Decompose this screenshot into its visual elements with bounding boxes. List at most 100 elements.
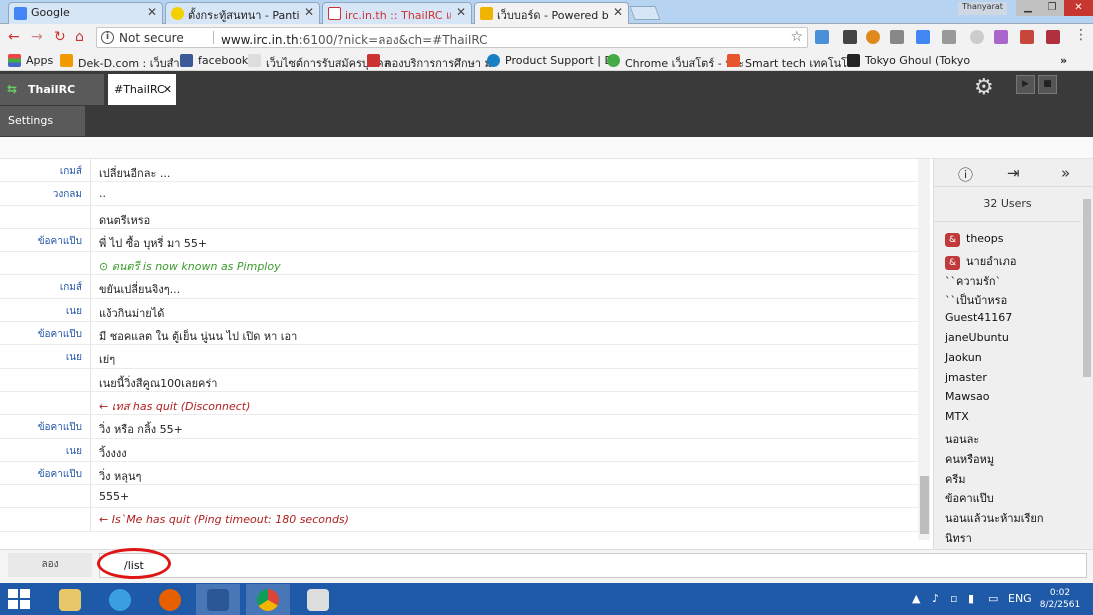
user-list-item[interactable]: ``ความรัก` (934, 272, 1081, 292)
scrollbar-thumb[interactable] (1083, 199, 1091, 377)
user-list-scrollbar[interactable] (1081, 197, 1093, 549)
user-list-item[interactable]: นอนแล้วนะห้ามเรียก (934, 509, 1081, 529)
taskbar-file-explorer[interactable] (48, 584, 92, 615)
message-nick[interactable]: เกมส์ (0, 280, 82, 295)
play-icon[interactable]: ▶ (1016, 75, 1035, 94)
close-tab-icon[interactable]: ✕ (456, 5, 466, 19)
adblock-extension-icon[interactable] (942, 30, 956, 44)
back-icon[interactable]: ← (8, 29, 20, 45)
owl-extension-icon[interactable] (866, 30, 880, 44)
address-bar[interactable]: i Not secure www.irc.in.th:6100/?nick=ลอ… (96, 27, 808, 48)
close-tab-icon[interactable]: ✕ (304, 5, 314, 19)
message-nick[interactable]: เกมส์ (0, 164, 82, 179)
user-list-item[interactable]: ครีม (934, 470, 1081, 490)
extension-icon[interactable] (890, 30, 904, 44)
close-tab-icon[interactable]: ✕ (613, 5, 623, 19)
action-center-icon[interactable]: ▫ (950, 592, 957, 605)
extension-icon[interactable] (1046, 30, 1060, 44)
user-list-item[interactable]: นิทรา (934, 529, 1081, 549)
close-tab-icon[interactable]: ✕ (147, 5, 157, 19)
taskbar-internet-explorer[interactable] (98, 584, 142, 615)
taskbar-firefox[interactable] (148, 584, 192, 615)
restore-icon[interactable]: ❐ (1040, 0, 1064, 16)
message-nick[interactable]: ข้อคาแป๊บ (0, 467, 82, 482)
language-indicator[interactable]: ENG (1008, 592, 1032, 605)
bookmark-dekd[interactable]: Dek-D.com : เว็บสำหรั (60, 54, 193, 72)
message-scrollbar[interactable] (918, 159, 930, 540)
stop-icon[interactable]: ■ (1038, 75, 1057, 94)
reload-icon[interactable]: ↻ (54, 29, 66, 45)
bookmark-facebook[interactable]: facebook (180, 54, 248, 67)
browser-tab-pantip[interactable]: ตั้งกระทู้สนทนา - Pantip ✕ (165, 2, 320, 24)
op-badge: & (945, 255, 960, 270)
bookmark-education[interactable]: กองบริการการศึกษา ม (367, 54, 492, 72)
chat-input[interactable]: /list (99, 553, 1087, 578)
message-nick[interactable]: ข้อคาแป๊บ (0, 420, 82, 435)
battery-icon[interactable]: ▭ (988, 592, 998, 605)
browser-menu-icon[interactable]: ⋮ (1074, 27, 1088, 43)
server-tab[interactable]: ⇆ ThaiIRC (0, 74, 104, 105)
user-list-item[interactable]: MTX (934, 410, 1081, 430)
user-list-item[interactable]: นอนละ (934, 430, 1081, 450)
message-nick[interactable]: เนย (0, 444, 82, 459)
gear-icon[interactable]: ⚙ (974, 75, 994, 100)
taskbar-chrome[interactable] (246, 584, 290, 615)
message-nick[interactable]: วงกลม (0, 187, 82, 202)
minimize-icon[interactable]: ▁ (1016, 0, 1040, 16)
close-window-icon[interactable]: ✕ (1064, 0, 1093, 16)
message-nick[interactable]: เนย (0, 304, 82, 319)
user-list-item[interactable]: & theops (934, 232, 1081, 252)
divider (90, 508, 91, 531)
extension-icon[interactable] (970, 30, 984, 44)
message-nick[interactable]: เนย (0, 350, 82, 365)
close-channel-icon[interactable]: ✕ (163, 83, 172, 96)
tab-title: irc.in.th :: ThaiIRC แชท คุย (345, 9, 451, 22)
my-nick-button[interactable]: ลอง (8, 553, 92, 577)
pantip-favicon-icon (171, 7, 184, 20)
bookmark-tokyo-ghoul[interactable]: Tokyo Ghoul (Tokyo (847, 54, 970, 67)
scrollbar-thumb[interactable] (920, 476, 929, 534)
network-icon[interactable]: ▮ (968, 592, 974, 605)
grid-extension-icon[interactable] (1020, 30, 1034, 44)
user-list-item[interactable]: Jaokun (934, 351, 1081, 371)
leave-channel-icon[interactable]: ⇥ (1007, 164, 1020, 182)
bookmark-chrome-store[interactable]: Chrome เว็บสโตร์ - ประ (607, 54, 744, 72)
bookmark-dell-support[interactable]: Product Support | De (487, 54, 620, 67)
clock[interactable]: 0:02 8/2/2561 (1032, 587, 1088, 611)
user-list-item[interactable]: ``เป็นบ้าหรอ (934, 291, 1081, 311)
new-tab-button[interactable] (629, 6, 661, 20)
forward-icon[interactable]: → (31, 29, 43, 45)
bookmark-apps[interactable]: Apps (8, 54, 53, 67)
user-list-item[interactable]: ข้อคาแป๊บ (934, 489, 1081, 509)
channel-tab[interactable]: #ThaiIRC ✕ (108, 74, 176, 105)
translate-extension-icon[interactable] (916, 30, 930, 44)
volume-icon[interactable]: ♪ (932, 592, 939, 605)
bookmark-smart-tech[interactable]: Smart tech เทคโนโลยี (727, 54, 860, 72)
bookmark-star-icon[interactable]: ☆ (790, 29, 803, 45)
eyedropper-extension-icon[interactable] (843, 30, 857, 44)
browser-tab-google[interactable]: Google ✕ (8, 2, 163, 24)
message-nick[interactable]: ข้อคาแป๊บ (0, 327, 82, 342)
home-icon[interactable]: ⌂ (75, 29, 84, 45)
more-bookmarks-icon[interactable]: » (1060, 54, 1067, 67)
browser-tab-webboard[interactable]: เว็บบอร์ด - Powered by Di ✕ (474, 2, 629, 24)
windows-start-icon[interactable] (8, 589, 32, 611)
user-list-item[interactable]: Guest41167 (934, 311, 1081, 331)
message-nick[interactable]: ข้อคาแป๊บ (0, 234, 82, 249)
taskbar-paint[interactable] (296, 584, 340, 615)
ip-extension-icon[interactable] (815, 30, 829, 44)
channel-info-icon[interactable]: ⓘ (958, 164, 973, 185)
extension-icon[interactable] (994, 30, 1008, 44)
profile-name-badge[interactable]: Thanyarat (958, 2, 1007, 15)
user-list-item[interactable]: janeUbuntu (934, 331, 1081, 351)
user-list-item[interactable]: Mawsao (934, 390, 1081, 410)
tray-show-hidden-icon[interactable]: ▲ (912, 592, 920, 605)
browser-tab-irc[interactable]: irc.in.th :: ThaiIRC แชท คุย ✕ (322, 2, 472, 24)
collapse-panel-icon[interactable]: » (1061, 164, 1070, 182)
user-list-item[interactable]: คนหรือหมู (934, 450, 1081, 470)
settings-tab[interactable]: Settings (0, 106, 85, 136)
user-list-item[interactable]: & นายอำเภอ (934, 252, 1081, 272)
user-list-item[interactable]: jmaster (934, 371, 1081, 391)
taskbar-word[interactable] (196, 584, 240, 615)
info-icon[interactable]: i (101, 31, 114, 44)
